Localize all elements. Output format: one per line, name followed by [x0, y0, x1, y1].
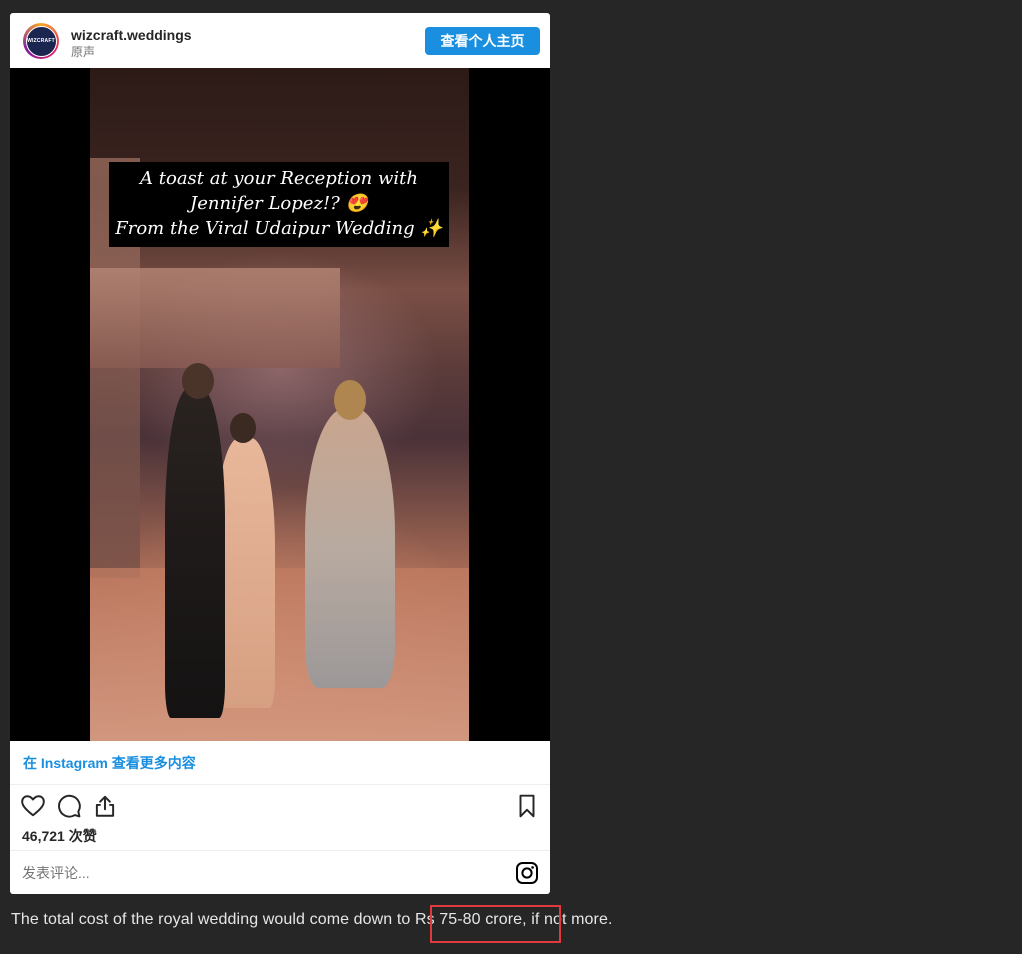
audio-label[interactable]: 原声 — [71, 43, 95, 60]
share-icon[interactable] — [92, 793, 118, 819]
view-more-link[interactable]: 在 Instagram 查看更多内容 — [23, 753, 196, 773]
palace-balcony — [90, 268, 340, 368]
singer-figure — [305, 408, 395, 688]
caption-line-1: A toast at your Reception with — [140, 168, 418, 189]
instagram-icon[interactable] — [515, 861, 539, 885]
avatar-logo: WIZCRAFT — [25, 25, 57, 57]
groom-head — [182, 363, 214, 399]
heart-icon[interactable] — [20, 793, 46, 819]
instagram-embed: WIZCRAFT wizcraft.weddings 原声 查看个人主页 A t… — [10, 13, 550, 894]
singer-head — [334, 380, 366, 420]
stage-floor — [90, 568, 469, 741]
divider — [10, 784, 550, 785]
video-frame[interactable]: A toast at your Reception with Jennifer … — [90, 68, 469, 741]
video-player[interactable]: A toast at your Reception with Jennifer … — [10, 68, 550, 741]
post-header: WIZCRAFT wizcraft.weddings 原声 查看个人主页 — [10, 13, 550, 68]
comment-icon[interactable] — [56, 793, 82, 819]
caption-line-2: Jennifer Lopez!? 😍 — [190, 193, 368, 214]
view-profile-button[interactable]: 查看个人主页 — [425, 27, 540, 55]
username[interactable]: wizcraft.weddings — [71, 27, 192, 43]
comment-input[interactable] — [22, 863, 502, 883]
bookmark-icon[interactable] — [514, 793, 540, 819]
caption-line-3: From the Viral Udaipur Wedding ✨ — [115, 218, 443, 239]
likes-count[interactable]: 46,721 次赞 — [22, 826, 97, 846]
bride-head — [230, 413, 256, 443]
divider — [10, 850, 550, 851]
avatar[interactable]: WIZCRAFT — [23, 23, 59, 59]
video-caption: A toast at your Reception with Jennifer … — [109, 162, 449, 247]
groom-figure — [165, 388, 225, 718]
article-sentence: The total cost of the royal wedding woul… — [11, 911, 613, 928]
